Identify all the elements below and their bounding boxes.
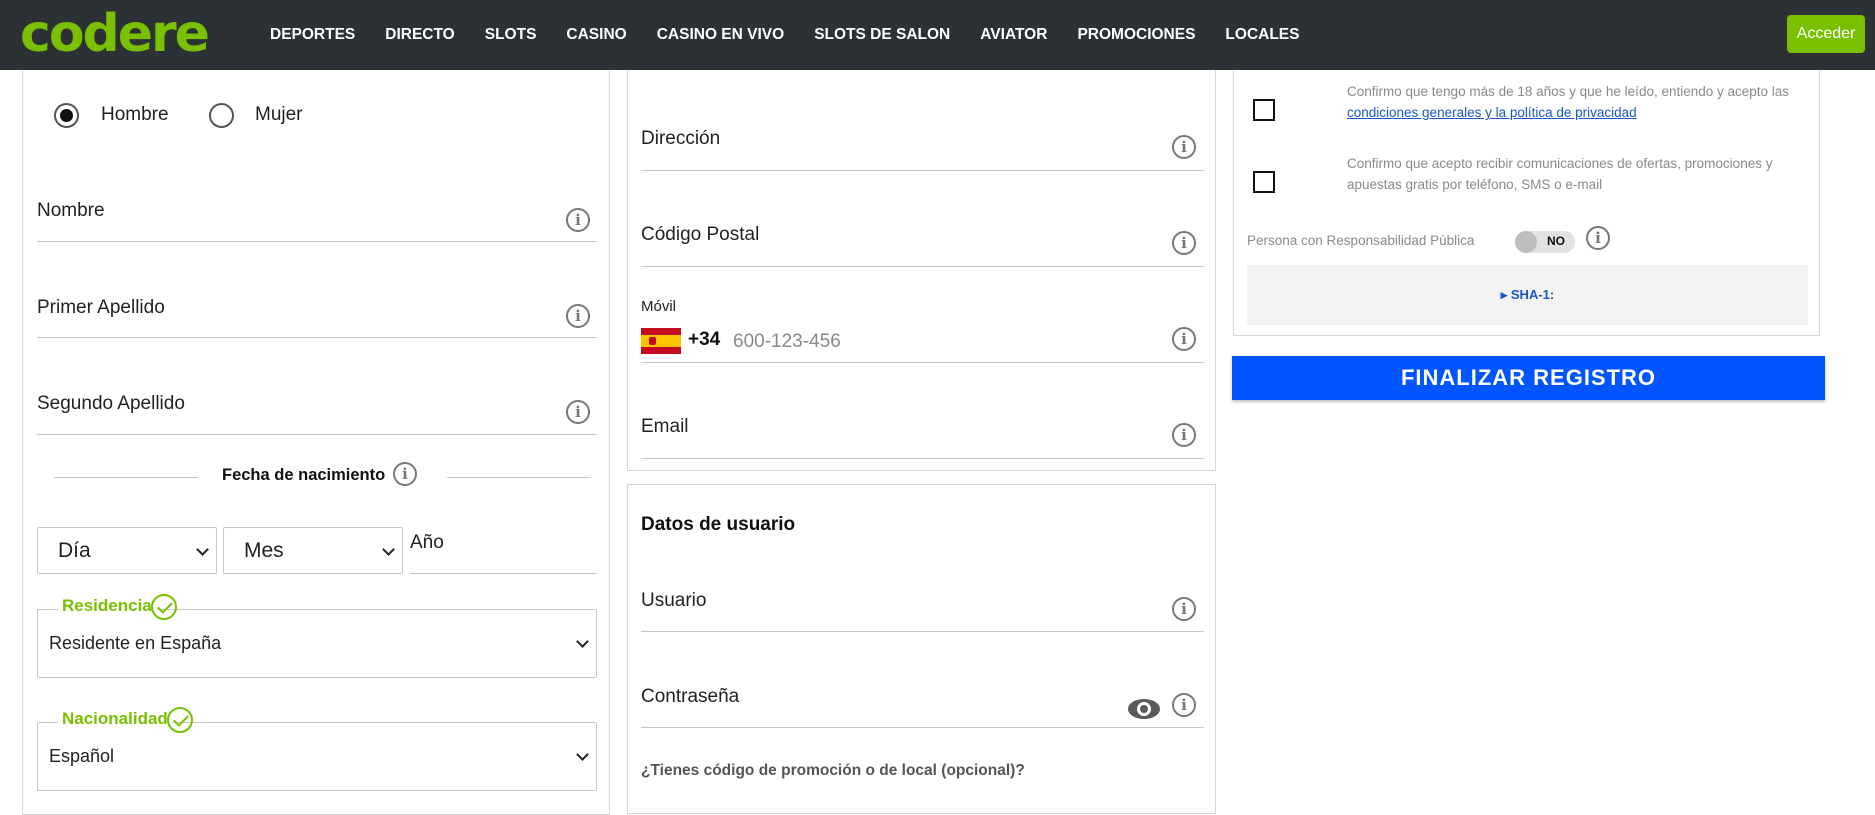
info-icon[interactable]: i bbox=[566, 400, 590, 424]
communications-text: Confirmo que acepto recibir comunicacion… bbox=[1347, 156, 1773, 192]
chevron-down-icon bbox=[576, 635, 589, 648]
user-data-panel: Datos de usuario Usuario i Contraseña i … bbox=[627, 484, 1216, 814]
personal-data-panel: Hombre Mujer Nombre i Primer Apellido i … bbox=[22, 70, 610, 815]
info-icon[interactable]: i bbox=[1172, 135, 1196, 159]
residencia-select[interactable]: Residente en España bbox=[37, 609, 597, 678]
codigo-postal-label: Código Postal bbox=[641, 224, 760, 245]
info-icon[interactable]: i bbox=[566, 208, 590, 232]
age-terms-label: Confirmo que tengo más de 18 años y que … bbox=[1347, 84, 1790, 99]
movil-label: Móvil bbox=[641, 298, 677, 315]
pep-toggle[interactable]: NO bbox=[1515, 231, 1575, 253]
top-navigation-bar: codere DEPORTES DIRECTO SLOTS CASINO CAS… bbox=[0, 0, 1875, 70]
login-button[interactable]: Acceder bbox=[1787, 15, 1865, 53]
chevron-down-icon bbox=[382, 543, 395, 556]
check-circle-icon bbox=[151, 594, 177, 620]
nav-directo[interactable]: DIRECTO bbox=[385, 26, 454, 44]
eye-icon[interactable] bbox=[1128, 699, 1160, 719]
nav-casino[interactable]: CASINO bbox=[566, 26, 626, 44]
info-icon[interactable]: i bbox=[566, 304, 590, 328]
year-input[interactable] bbox=[410, 573, 597, 574]
nombre-label: Nombre bbox=[37, 200, 105, 221]
nacionalidad-value: Español bbox=[49, 746, 115, 766]
info-icon[interactable]: i bbox=[1172, 327, 1196, 351]
terms-privacy-link[interactable]: condiciones generales y la política de p… bbox=[1347, 105, 1637, 120]
month-select[interactable]: Mes bbox=[223, 527, 403, 574]
info-icon[interactable]: i bbox=[393, 462, 417, 486]
email-input[interactable] bbox=[641, 458, 1204, 459]
password-input[interactable] bbox=[641, 727, 1204, 728]
chevron-down-icon bbox=[576, 748, 589, 761]
password-label: Contraseña bbox=[641, 686, 740, 707]
info-icon[interactable]: i bbox=[1172, 693, 1196, 717]
nacionalidad-label: Nacionalidad bbox=[58, 709, 172, 729]
nav-slots[interactable]: SLOTS bbox=[485, 26, 537, 44]
info-icon[interactable]: i bbox=[1172, 231, 1196, 255]
day-select-value: Día bbox=[58, 538, 91, 562]
birthdate-label: Fecha de nacimiento bbox=[222, 466, 386, 484]
finalize-registration-button[interactable]: FINALIZAR REGISTRO bbox=[1232, 356, 1825, 400]
divider bbox=[447, 477, 591, 478]
toggle-knob bbox=[1515, 231, 1537, 253]
main-nav: DEPORTES DIRECTO SLOTS CASINO CASINO EN … bbox=[270, 0, 1329, 70]
nav-aviator[interactable]: AVIATOR bbox=[980, 26, 1047, 44]
check-circle-icon bbox=[167, 707, 193, 733]
day-select[interactable]: Día bbox=[37, 527, 217, 574]
codere-logo[interactable]: codere bbox=[20, 8, 210, 60]
phone-input[interactable]: 600-123-456 bbox=[733, 331, 841, 353]
usuario-label: Usuario bbox=[641, 590, 707, 611]
phone-prefix[interactable]: +34 bbox=[688, 329, 720, 351]
nav-slots-de-salon[interactable]: SLOTS DE SALON bbox=[814, 26, 950, 44]
pep-label: Persona con Responsabilidad Pública bbox=[1247, 233, 1475, 248]
promo-code-toggle[interactable]: ¿Tienes código de promoción o de local (… bbox=[641, 762, 1025, 780]
spain-flag-icon bbox=[641, 328, 681, 354]
sha-details[interactable]: ▸ SHA-1: bbox=[1247, 265, 1808, 325]
chevron-down-icon bbox=[196, 543, 209, 556]
email-label: Email bbox=[641, 416, 689, 437]
nav-casino-en-vivo[interactable]: CASINO EN VIVO bbox=[657, 26, 784, 44]
direccion-input[interactable] bbox=[641, 170, 1204, 171]
pep-toggle-text: NO bbox=[1547, 234, 1565, 248]
divider bbox=[54, 477, 198, 478]
gender-label-hombre: Hombre bbox=[101, 104, 169, 125]
user-section-title: Datos de usuario bbox=[641, 514, 796, 535]
segundo-apellido-label: Segundo Apellido bbox=[37, 393, 185, 414]
primer-apellido-input[interactable] bbox=[37, 337, 597, 338]
nombre-input[interactable] bbox=[37, 241, 597, 242]
gender-radio-hombre[interactable] bbox=[54, 103, 79, 128]
month-select-value: Mes bbox=[244, 538, 284, 562]
year-label: Año bbox=[410, 532, 444, 553]
gender-radio-mujer[interactable] bbox=[209, 103, 234, 128]
sha-label: ▸ SHA-1: bbox=[1500, 287, 1555, 302]
contact-data-panel: Dirección i Código Postal i Móvil +34 60… bbox=[627, 70, 1216, 471]
primer-apellido-label: Primer Apellido bbox=[37, 297, 165, 318]
residencia-label: Residencia bbox=[58, 596, 156, 616]
direccion-label: Dirección bbox=[641, 128, 721, 149]
terms-panel: Confirmo que tengo más de 18 años y que … bbox=[1233, 70, 1820, 336]
communications-checkbox[interactable] bbox=[1253, 171, 1275, 193]
age-terms-text: Confirmo que tengo más de 18 años y que … bbox=[1347, 81, 1809, 123]
info-icon[interactable]: i bbox=[1586, 226, 1610, 250]
info-icon[interactable]: i bbox=[1172, 597, 1196, 621]
phone-underline bbox=[641, 362, 1204, 363]
residencia-value: Residente en España bbox=[49, 633, 222, 653]
gender-label-mujer: Mujer bbox=[255, 104, 303, 125]
info-icon[interactable]: i bbox=[1172, 423, 1196, 447]
nav-locales[interactable]: LOCALES bbox=[1225, 26, 1299, 44]
segundo-apellido-input[interactable] bbox=[37, 434, 597, 435]
nav-promociones[interactable]: PROMOCIONES bbox=[1077, 26, 1195, 44]
codigo-postal-input[interactable] bbox=[641, 266, 1204, 267]
nacionalidad-select[interactable]: Español bbox=[37, 722, 597, 791]
nav-deportes[interactable]: DEPORTES bbox=[270, 26, 355, 44]
age-terms-checkbox[interactable] bbox=[1253, 99, 1275, 121]
usuario-input[interactable] bbox=[641, 631, 1204, 632]
